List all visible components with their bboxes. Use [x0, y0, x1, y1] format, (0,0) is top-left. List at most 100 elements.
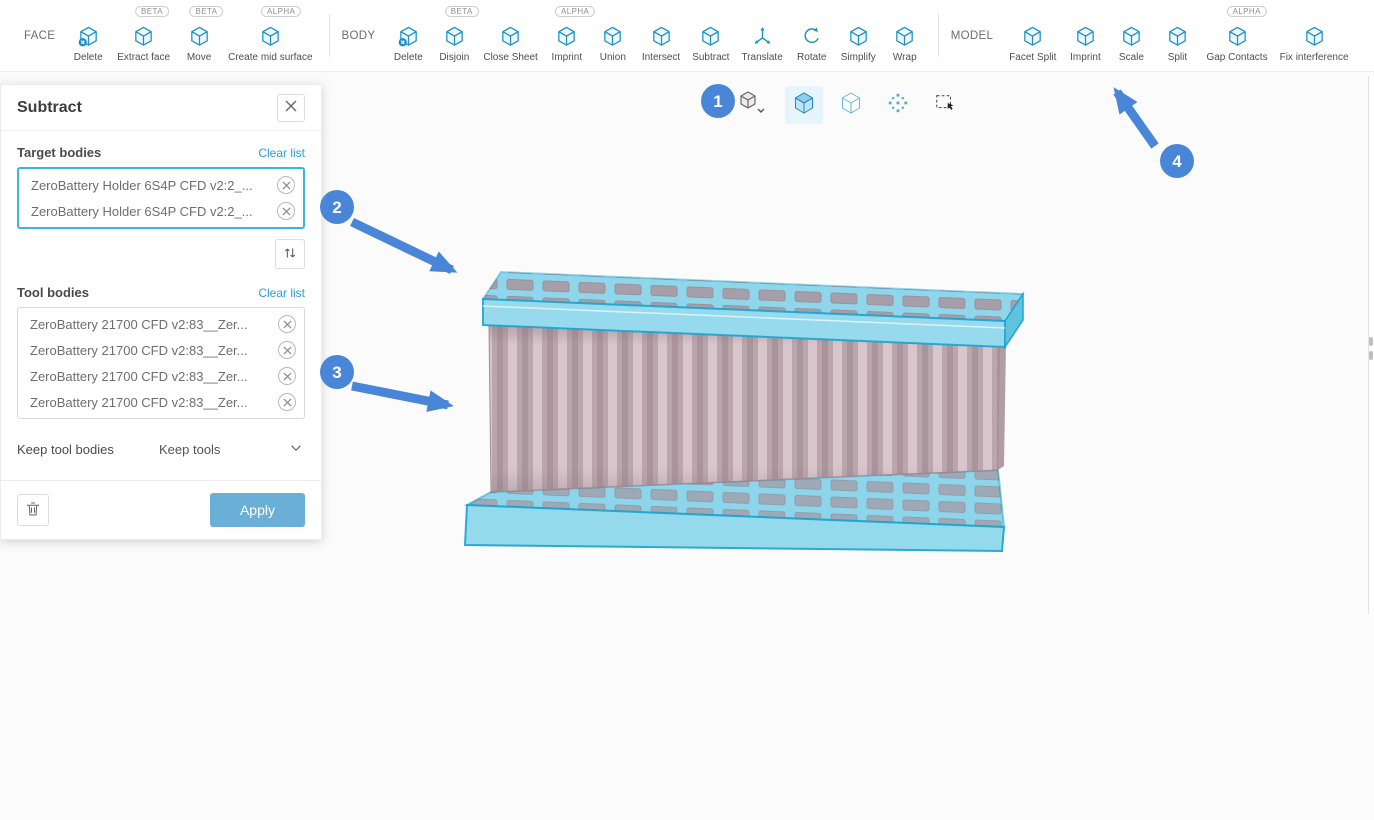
render-mode-dropdown[interactable]	[733, 86, 771, 124]
toolbar-group-model: MODEL Facet Split ImprintScale Split ALPHA G…	[949, 0, 1355, 71]
toolbar-button-label: Intersect	[642, 52, 680, 63]
shaded-cube-icon	[792, 91, 816, 120]
top-toolbar: FACE DeleteBETAExtract faceBETAMoveALPHA…	[0, 0, 1374, 72]
toolbar-button-delete[interactable]: Delete	[385, 0, 431, 71]
chevron-down-icon	[289, 441, 303, 458]
body-name: ZeroBattery 21700 CFD v2:83__Zer...	[30, 343, 270, 358]
toolbar-button-label: Extract face	[117, 52, 170, 63]
toolbar-group-body: BODY DeleteBETADisjoinClose SheetALPHAIm…	[340, 0, 928, 71]
body-name: ZeroBattery Holder 6S4P CFD v2:2_...	[31, 204, 269, 219]
toolbar-button-imprint[interactable]: Imprint	[1062, 0, 1108, 71]
toolbar-button-label: Translate	[741, 52, 782, 63]
toolbar-button-intersect[interactable]: Intersect	[636, 0, 686, 71]
clear-tool-list-link[interactable]: Clear list	[258, 286, 305, 300]
remove-body-button[interactable]	[278, 367, 296, 385]
target-bodies-list[interactable]: ZeroBattery Holder 6S4P CFD v2:2_... Zero…	[17, 167, 305, 229]
remove-body-button[interactable]	[277, 202, 295, 220]
panel-header: Subtract	[1, 85, 321, 131]
remove-body-button[interactable]	[278, 315, 296, 333]
close-icon	[285, 100, 297, 115]
tool-bodies-list[interactable]: ZeroBattery 21700 CFD v2:83__Zer... ZeroB…	[17, 307, 305, 419]
toolbar-button-rotate[interactable]: Rotate	[789, 0, 835, 71]
body-name: ZeroBattery 21700 CFD v2:83__Zer...	[30, 317, 270, 332]
clear-target-list-link[interactable]: Clear list	[258, 146, 305, 160]
toolbar-button-label: Split	[1168, 52, 1187, 63]
close-panel-button[interactable]	[277, 94, 305, 122]
toolbar-button-fix-interference[interactable]: Fix interference	[1274, 0, 1355, 71]
delete-operation-button[interactable]	[17, 494, 49, 526]
disjoin-icon	[443, 24, 466, 48]
toolbar-button-label: Move	[187, 52, 211, 63]
toolbar-button-subtract[interactable]: Subtract	[686, 0, 735, 71]
box-select-button[interactable]	[926, 86, 964, 124]
toolbar-button-label: Simplify	[841, 52, 876, 63]
toolbar-button-delete[interactable]: Delete	[65, 0, 111, 71]
toolbar-button-wrap[interactable]: Wrap	[882, 0, 928, 71]
wrap-icon	[893, 24, 916, 48]
toolbar-button-label: Fix interference	[1280, 52, 1349, 63]
trash-icon	[24, 500, 42, 521]
delete-face-icon	[77, 24, 100, 48]
split-icon	[1166, 24, 1189, 48]
remove-body-button[interactable]	[277, 176, 295, 194]
toolbar-group-label-model: MODEL	[951, 30, 993, 42]
scale-icon	[1120, 24, 1143, 48]
view-hidden-line-button[interactable]	[832, 86, 870, 124]
badge-beta: BETA	[189, 6, 223, 17]
scrollbar-tick[interactable]	[1369, 337, 1373, 346]
panel-title: Subtract	[17, 99, 277, 117]
toolbar-group-label-face: FACE	[24, 30, 55, 42]
toolbar-button-scale[interactable]: Scale	[1108, 0, 1154, 71]
toolbar-group-face: FACE DeleteBETAExtract face BETA Move ALPHA…	[22, 0, 319, 71]
toolbar-button-label: Disjoin	[439, 52, 469, 63]
translate-icon	[751, 24, 774, 48]
toolbar-button-simplify[interactable]: Simplify	[835, 0, 882, 71]
swap-arrows-icon	[282, 245, 298, 264]
toolbar-separator	[938, 14, 939, 57]
badge-beta: BETA	[445, 6, 479, 17]
body-list-item[interactable]: ZeroBattery Holder 6S4P CFD v2:2_...	[23, 198, 299, 224]
imprint-icon	[555, 24, 578, 48]
body-name: ZeroBattery 21700 CFD v2:83__Zer...	[30, 395, 270, 410]
badge-alpha: ALPHA	[1227, 6, 1267, 17]
body-list-item[interactable]: ZeroBattery 21700 CFD v2:83__Zer...	[22, 389, 300, 415]
vertices-icon	[887, 92, 909, 119]
body-list-item[interactable]: ZeroBattery 21700 CFD v2:83__Zer...	[22, 337, 300, 363]
toolbar-button-split[interactable]: Split	[1154, 0, 1200, 71]
toolbar-button-gap-contacts[interactable]: ALPHA Gap Contacts	[1200, 0, 1273, 71]
toolbar-button-move[interactable]: BETA Move	[176, 0, 222, 71]
scrollbar-tick[interactable]	[1369, 351, 1373, 360]
toolbar-button-extract-face[interactable]: BETAExtract face	[111, 0, 176, 71]
toolbar-button-facet-split[interactable]: Facet Split	[1003, 0, 1062, 71]
view-toolbar	[733, 86, 973, 124]
subtract-panel: Subtract Target bodies Clear list ZeroBa…	[0, 84, 322, 540]
remove-body-button[interactable]	[278, 341, 296, 359]
facet-split-icon	[1021, 24, 1044, 48]
body-list-item[interactable]: ZeroBattery 21700 CFD v2:83__Zer...	[22, 363, 300, 389]
body-name: ZeroBattery Holder 6S4P CFD v2:2_...	[31, 178, 269, 193]
fix-interference-icon	[1303, 24, 1326, 48]
view-vertices-button[interactable]	[879, 86, 917, 124]
keep-tools-dropdown[interactable]: Keep tools	[157, 437, 305, 462]
keep-tool-bodies-label: Keep tool bodies	[17, 442, 114, 457]
toolbar-button-label: Facet Split	[1009, 52, 1056, 63]
toolbar-button-translate[interactable]: Translate	[735, 0, 788, 71]
toolbar-button-disjoin[interactable]: BETA Disjoin	[431, 0, 477, 71]
create-mid-surface-icon	[259, 24, 282, 48]
view-shaded-button[interactable]	[785, 86, 823, 124]
remove-body-button[interactable]	[278, 393, 296, 411]
toolbar-button-label: Gap Contacts	[1206, 52, 1267, 63]
apply-button[interactable]: Apply	[210, 493, 305, 527]
toolbar-button-imprint[interactable]: ALPHAImprint	[544, 0, 590, 71]
delete-body-icon	[397, 24, 420, 48]
swap-bodies-button[interactable]	[275, 239, 305, 269]
toolbar-button-close-sheet[interactable]: Close Sheet	[477, 0, 543, 71]
keep-tools-value: Keep tools	[159, 442, 220, 457]
imprint-model-icon	[1074, 24, 1097, 48]
target-bodies-label: Target bodies	[17, 145, 101, 160]
body-list-item[interactable]: ZeroBattery 21700 CFD v2:83__Zer...	[22, 311, 300, 337]
toolbar-button-label: Union	[600, 52, 626, 63]
toolbar-button-union[interactable]: Union	[590, 0, 636, 71]
toolbar-button-create-mid-surface[interactable]: ALPHACreate mid surface	[222, 0, 318, 71]
body-list-item[interactable]: ZeroBattery Holder 6S4P CFD v2:2_...	[23, 172, 299, 198]
